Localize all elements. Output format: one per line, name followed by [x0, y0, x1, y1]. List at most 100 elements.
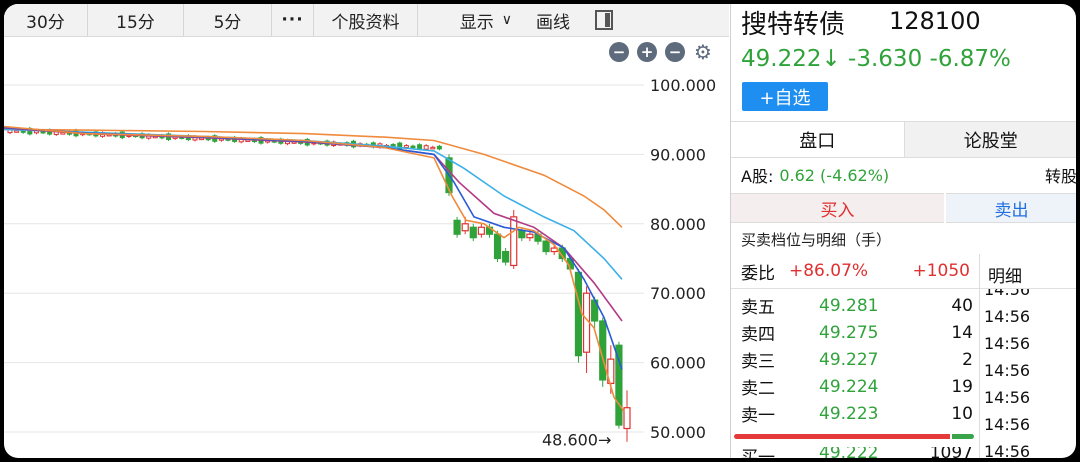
moving-average-line	[4, 126, 623, 370]
candle	[542, 240, 550, 253]
y-tick-label: 100.000	[650, 76, 716, 95]
chart-zoom-controls: − + − ⚙	[609, 42, 713, 62]
candle	[430, 146, 436, 150]
minus-circle-icon[interactable]: −	[609, 42, 629, 62]
ask-level-3: 卖三 49.227 2	[731, 346, 979, 373]
order-book: 委比 +86.07% +1050 卖五 49.281 40 卖四 49.275 …	[731, 254, 979, 458]
level-name: 卖四	[741, 325, 775, 345]
detail-list[interactable]: 14:56 14:56 14:56 14:56 14:56 14:56 14:5…	[980, 288, 1076, 458]
ask-level-4: 卖四 49.275 14	[731, 319, 979, 346]
chart-panel: 100.000 90.000 80.000 70.000 60.000 50.000 48.…	[4, 4, 729, 458]
weibi-diff: +1050	[912, 261, 970, 281]
quote-panel: 搜特转债 128100 49.222↓ -3.630 -6.87% +自选 盘口…	[730, 4, 1076, 458]
y-tick-label: 70.000	[650, 284, 706, 303]
minus-circle-icon[interactable]: −	[665, 42, 685, 62]
draw-line-button[interactable]: 画线	[522, 4, 584, 36]
candle	[40, 130, 46, 134]
gear-icon[interactable]: ⚙	[693, 42, 713, 62]
ask-ratio-fill	[952, 434, 974, 439]
candle	[502, 250, 510, 263]
level-volume: 10	[951, 403, 973, 424]
level-name: 买一	[741, 448, 775, 458]
a-share-row: A股: 0.62 (-4.62%) 转股	[731, 158, 1076, 192]
detail-time: 14:56	[984, 307, 1031, 326]
chevron-down-icon: ∨	[501, 12, 512, 28]
level-price: 49.224	[819, 376, 879, 397]
y-tick-label: 80.000	[650, 215, 706, 234]
sell-button[interactable]: 卖出	[946, 193, 1076, 223]
level-price: 49.222	[819, 447, 879, 458]
ask-level-2: 卖二 49.224 19	[731, 373, 979, 400]
level-volume: 2	[962, 349, 973, 370]
bid-ask-ratio-bar	[734, 434, 974, 439]
quote-tabs: 盘口 论股堂	[731, 121, 1076, 158]
trade-buttons: 买入 卖出	[731, 193, 1076, 223]
level-price: 49.281	[819, 295, 879, 316]
trade-detail: 明细 14:56 14:56 14:56 14:56 14:56 14:56 1…	[979, 254, 1076, 458]
candle	[493, 233, 502, 260]
candle	[403, 145, 409, 149]
candle	[623, 407, 631, 430]
detail-time: 14:56	[984, 334, 1031, 353]
weibi-row: 委比 +86.07% +1050	[731, 254, 979, 289]
display-dropdown[interactable]: 显示 ∨	[418, 4, 522, 36]
detail-title: 明细	[988, 267, 1022, 287]
more-periods-button[interactable]: ···	[272, 4, 314, 36]
buy-button[interactable]: 买入	[731, 193, 944, 223]
y-tick-label: 90.000	[650, 145, 706, 164]
candle	[510, 216, 518, 267]
candle	[14, 130, 20, 133]
detail-row: 14:56	[984, 415, 1030, 434]
ask-level-1: 卖一 49.223 10	[731, 400, 979, 427]
tab-lungutang[interactable]: 论股堂	[904, 122, 1076, 157]
candle	[423, 145, 429, 150]
level-volume: 14	[951, 322, 973, 343]
plus-circle-icon[interactable]: +	[637, 42, 657, 62]
weibi-label: 委比	[741, 263, 775, 284]
candle	[453, 219, 461, 235]
detail-row: 14:56	[984, 361, 1030, 380]
period-30min-tab[interactable]: 30分	[4, 4, 88, 36]
chart-toolbar: 30分 15分 5分 ··· 个股资料 显示 ∨ 画线	[4, 4, 729, 37]
candle	[417, 144, 423, 150]
a-share-label: A股:	[741, 167, 774, 186]
stock-name: 搜特转债	[741, 10, 846, 40]
stock-info-button[interactable]: 个股资料	[314, 4, 418, 36]
weibi-percent: +86.07%	[789, 261, 869, 281]
detail-time: 14:56	[984, 415, 1031, 434]
detail-time: 14:56	[984, 388, 1031, 407]
candle	[410, 145, 416, 149]
kline-chart[interactable]: 100.000 90.000 80.000 70.000 60.000 50.000 48.…	[4, 4, 729, 458]
a-share-value: 0.62 (-4.62%)	[779, 165, 890, 185]
candle	[518, 230, 526, 239]
panel-toggle-button[interactable]	[584, 4, 624, 36]
order-book-title: 买卖档位与明细（手）	[741, 231, 892, 249]
stock-code: 128100	[889, 7, 981, 35]
moving-average-line	[4, 128, 623, 280]
level-name: 卖五	[741, 298, 775, 318]
candle	[615, 344, 623, 426]
level-name: 卖一	[741, 406, 775, 426]
convert-label[interactable]: 转股	[1045, 163, 1076, 187]
detail-row: 14:56	[984, 388, 1030, 407]
detail-row: 14:56	[984, 289, 1030, 299]
level-name: 卖二	[741, 379, 775, 399]
add-watchlist-button[interactable]: +自选	[742, 82, 828, 111]
level-name: 卖三	[741, 352, 775, 372]
detail-time: 14:56	[984, 361, 1031, 380]
period-15min-tab[interactable]: 15分	[88, 4, 184, 36]
detail-row: 14:56	[984, 334, 1030, 353]
moving-average-line	[4, 125, 625, 412]
candle	[526, 233, 534, 239]
bid-level-1: 买一 49.222 1097	[731, 447, 979, 458]
ask-level-5: 卖五 49.281 40	[731, 292, 979, 319]
period-5min-tab[interactable]: 5分	[184, 4, 272, 36]
tab-pankou[interactable]: 盘口	[731, 122, 905, 157]
display-label: 显示	[459, 12, 494, 33]
low-price-marker: 48.600→	[542, 431, 611, 450]
level-price: 49.275	[819, 322, 879, 343]
moving-average-line	[4, 127, 623, 322]
detail-row: 14:56	[984, 307, 1030, 326]
candle	[436, 145, 442, 150]
y-tick-label: 50.000	[650, 423, 706, 442]
